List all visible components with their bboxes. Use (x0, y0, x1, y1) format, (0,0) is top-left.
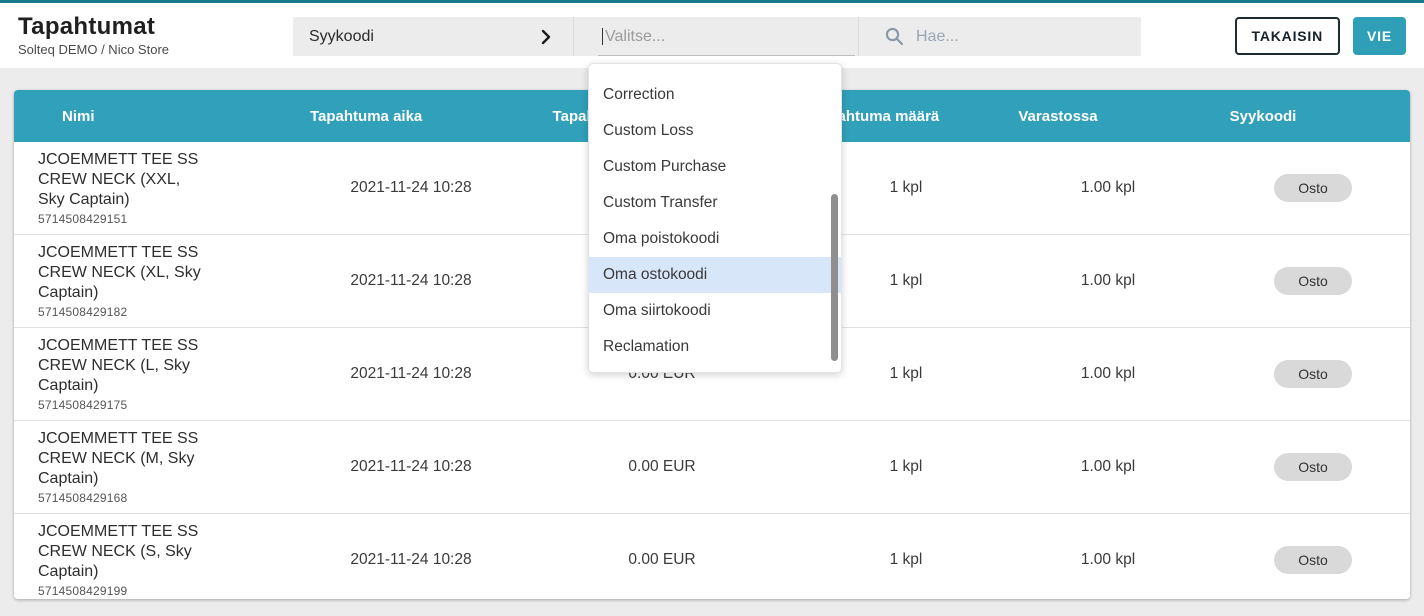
stock-amount: 1.00 kpl (1000, 235, 1216, 328)
header: Tapahtumat Solteq DEMO / Nico Store Syyk… (0, 3, 1424, 68)
dropdown-item[interactable]: Custom Loss (589, 113, 841, 149)
dropdown-item[interactable]: Custom Transfer (589, 185, 841, 221)
column-header-name: Nimi (14, 90, 310, 142)
dropdown-item[interactable]: Reclamation (589, 329, 841, 365)
reason-code-badge: Osto (1274, 546, 1352, 574)
transaction-amount: 1 kpl (812, 421, 1000, 514)
product-name: JCOEMMETT TEE SS CREW NECK (M, Sky Capta… (38, 429, 210, 489)
product-name: JCOEMMETT TEE SS CREW NECK (XL, Sky Capt… (38, 243, 210, 303)
product-name: JCOEMMETT TEE SS CREW NECK (S, Sky Capta… (38, 522, 210, 582)
product-code: 5714508429182 (38, 305, 310, 319)
header-actions: TAKAISIN VIE (1235, 17, 1406, 55)
table-row[interactable]: JCOEMMETT TEE SS CREW NECK (M, Sky Capta… (14, 421, 1410, 514)
product-code: 5714508429168 (38, 491, 310, 505)
product-code: 5714508429151 (38, 212, 310, 226)
dropdown-scrollbar-thumb[interactable] (831, 194, 838, 361)
page-title: Tapahtumat (18, 14, 169, 40)
reason-code-select-input[interactable]: Valitse... (573, 17, 858, 56)
reason-code-badge: Osto (1274, 174, 1352, 202)
reason-code-dropdown: Correction Custom Loss Custom Purchase C… (588, 63, 842, 373)
select-placeholder: Valitse... (605, 28, 665, 46)
stock-amount: 1.00 kpl (1000, 142, 1216, 235)
filter-type-label: Syykoodi (309, 28, 374, 46)
search-icon (885, 27, 904, 46)
transaction-price: 0.00 EUR (512, 421, 812, 514)
filter-bar: Syykoodi Valitse... Hae... (293, 17, 1141, 56)
transaction-time: 2021-11-24 10:28 (310, 328, 512, 421)
transaction-time: 2021-11-24 10:28 (310, 514, 512, 600)
product-name: JCOEMMETT TEE SS CREW NECK (XXL, Sky Cap… (38, 150, 210, 210)
filter-type-selector[interactable]: Syykoodi (293, 17, 573, 56)
search-input[interactable]: Hae... (858, 17, 1141, 56)
search-placeholder: Hae... (916, 28, 959, 46)
transaction-time: 2021-11-24 10:28 (310, 142, 512, 235)
dropdown-item[interactable]: Oma siirtokoodi (589, 293, 841, 329)
dropdown-item[interactable]: Custom Purchase (589, 149, 841, 185)
transaction-amount: 1 kpl (812, 514, 1000, 600)
reason-code-badge: Osto (1274, 453, 1352, 481)
reason-code-badge: Osto (1274, 360, 1352, 388)
column-header-reason: Syykoodi (1216, 90, 1410, 142)
chevron-right-icon (541, 29, 551, 45)
table-row[interactable]: JCOEMMETT TEE SS CREW NECK (S, Sky Capta… (14, 514, 1410, 600)
column-header-stock: Varastossa (1000, 90, 1216, 142)
transaction-price: 0.00 EUR (512, 514, 812, 600)
product-code: 5714508429175 (38, 398, 310, 412)
dropdown-item[interactable]: Oma poistokoodi (589, 221, 841, 257)
column-header-time: Tapahtuma aika (310, 90, 512, 142)
export-button[interactable]: VIE (1353, 17, 1406, 55)
page-subtitle: Solteq DEMO / Nico Store (18, 42, 169, 57)
stock-amount: 1.00 kpl (1000, 421, 1216, 514)
stock-amount: 1.00 kpl (1000, 514, 1216, 600)
dropdown-item[interactable]: Oma ostokoodi (589, 257, 841, 293)
transaction-time: 2021-11-24 10:28 (310, 235, 512, 328)
product-name: JCOEMMETT TEE SS CREW NECK (L, Sky Capta… (38, 336, 210, 396)
back-button[interactable]: TAKAISIN (1235, 17, 1340, 55)
text-cursor (602, 28, 603, 45)
stock-amount: 1.00 kpl (1000, 328, 1216, 421)
title-block: Tapahtumat Solteq DEMO / Nico Store (18, 14, 169, 57)
reason-code-badge: Osto (1274, 267, 1352, 295)
dropdown-item[interactable]: Correction (589, 77, 841, 113)
transaction-time: 2021-11-24 10:28 (310, 421, 512, 514)
product-code: 5714508429199 (38, 584, 310, 598)
